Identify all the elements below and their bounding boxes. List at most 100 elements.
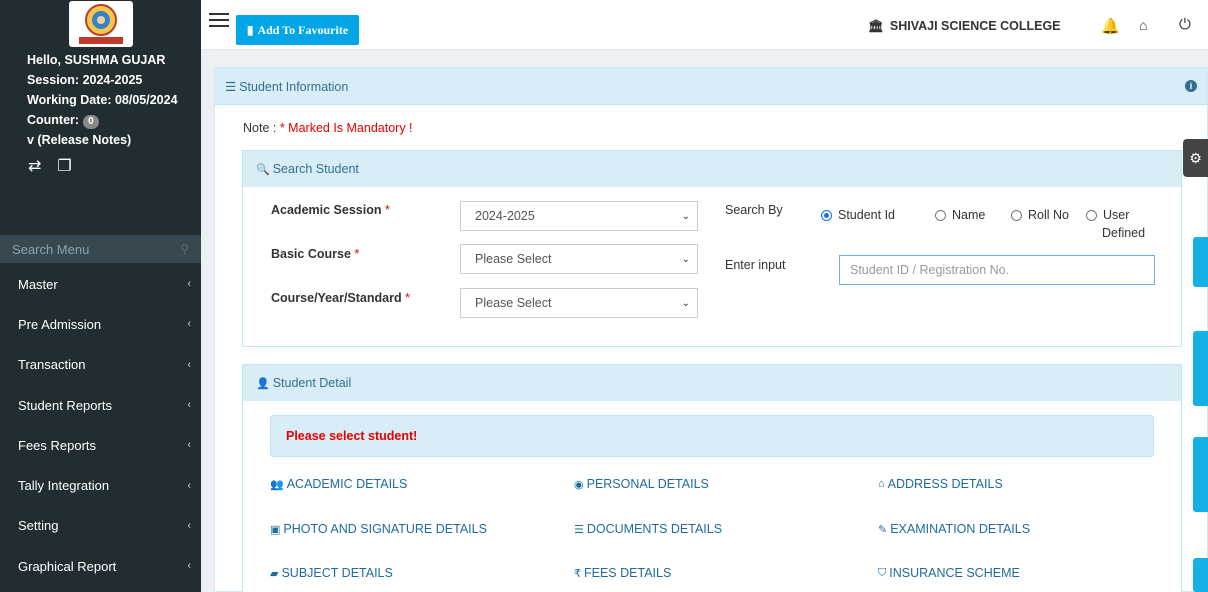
documents-details-link[interactable]: ☰ DOCUMENTS DETAILS bbox=[574, 522, 722, 536]
student-detail-panel: 👤 Student Detail Please select student! 👥… bbox=[242, 364, 1182, 592]
sidebar-actions: ⇄ ❐ bbox=[0, 150, 201, 176]
examination-details-link[interactable]: ✎ EXAMINATION DETAILS bbox=[878, 522, 1030, 536]
home-icon[interactable]: ⌂ bbox=[1139, 17, 1147, 33]
sidebar-item-label: Pre Admission bbox=[18, 316, 102, 332]
search-icon[interactable]: ⚲ bbox=[180, 242, 189, 256]
search-panel-title: Search Student bbox=[272, 162, 359, 176]
box-title: Student Information bbox=[239, 79, 349, 94]
subject-details-link[interactable]: ▰ SUBJECT DETAILS bbox=[270, 566, 393, 580]
required-mark: * bbox=[405, 291, 410, 305]
sidebar-item-pre-admission[interactable]: Pre Admission ‹ bbox=[0, 304, 201, 344]
sidebar-item-student-reports[interactable]: Student Reports ‹ bbox=[0, 385, 201, 425]
radio-name[interactable]: Name bbox=[935, 208, 985, 222]
link-label: FEES DETAILS bbox=[584, 566, 672, 580]
add-to-favourite-button[interactable]: ▮ Add To Favourite bbox=[236, 15, 359, 45]
chevron-left-icon: ‹ bbox=[187, 479, 191, 492]
book-icon: ▰ bbox=[270, 567, 279, 580]
academic-session-value: 2024-2025 bbox=[475, 209, 535, 223]
basic-course-label-text: Basic Course bbox=[271, 247, 351, 261]
release-notes-link[interactable]: v (Release Notes) bbox=[27, 130, 201, 150]
academic-session-select[interactable]: 2024-2025 ⌄ bbox=[460, 201, 698, 231]
sidebar-item-label: Tally Integration bbox=[18, 478, 110, 494]
course-year-label: Course/Year/Standard * bbox=[271, 291, 410, 305]
copy-icon[interactable]: ❐ bbox=[57, 156, 71, 176]
topbar: ▮ Add To Favourite 🏛 SHIVAJI SCIENCE COLLE… bbox=[201, 0, 1208, 50]
radio-student-id[interactable]: Student Id bbox=[821, 208, 895, 222]
sidebar-item-tally-integration[interactable]: Tally Integration ‹ bbox=[0, 465, 201, 505]
info-icon[interactable]: i bbox=[1185, 80, 1197, 92]
logo-wrap bbox=[0, 0, 201, 48]
bell-icon[interactable]: 🔔 bbox=[1101, 17, 1120, 35]
link-label: SUBJECT DETAILS bbox=[281, 566, 393, 580]
favourite-label: Add To Favourite bbox=[257, 22, 349, 37]
sidebar: Hello, SUSHMA GUJAR Session: 2024-2025 W… bbox=[0, 0, 201, 592]
search-panel-header: 🔍 Search Student bbox=[243, 151, 1181, 187]
sidebar-item-label: Graphical Report bbox=[18, 558, 117, 574]
counter-label: Counter: bbox=[27, 113, 80, 127]
radio-label: Student Id bbox=[838, 208, 895, 222]
radio-label-defined: Defined bbox=[1102, 226, 1146, 240]
pencil-icon: ✎ bbox=[878, 523, 888, 536]
sidebar-item-setting[interactable]: Setting ‹ bbox=[0, 506, 201, 546]
basic-course-value: Please Select bbox=[475, 252, 552, 266]
bookmark-icon: ▮ bbox=[246, 22, 254, 37]
radio-user-defined[interactable]: User bbox=[1086, 208, 1129, 222]
side-tab-3[interactable] bbox=[1193, 437, 1208, 512]
sidebar-item-label: Master bbox=[18, 276, 58, 292]
working-date: Working Date: 08/05/2024 bbox=[27, 93, 178, 107]
swap-icon[interactable]: ⇄ bbox=[28, 156, 41, 176]
radio-roll-no[interactable]: Roll No bbox=[1011, 208, 1069, 222]
search-menu: ⚲ bbox=[0, 235, 201, 263]
search-by-label: Search By bbox=[725, 203, 783, 217]
personal-details-link[interactable]: ◉ PERSONAL DETAILS bbox=[574, 477, 709, 491]
photo-signature-details-link[interactable]: ▣ PHOTO AND SIGNATURE DETAILS bbox=[270, 522, 487, 536]
sidebar-item-fees-reports[interactable]: Fees Reports ‹ bbox=[0, 425, 201, 465]
settings-gear-tab[interactable]: ⚙ bbox=[1183, 139, 1208, 177]
sidebar-item-transaction[interactable]: Transaction ‹ bbox=[0, 345, 201, 385]
hamburger-icon[interactable] bbox=[209, 13, 229, 27]
chevron-down-icon: ⌄ bbox=[681, 297, 690, 309]
list-icon: ☰ bbox=[225, 79, 237, 94]
note-prefix: Note : bbox=[243, 121, 280, 135]
search-menu-input[interactable] bbox=[12, 241, 162, 257]
side-tab-1[interactable] bbox=[1193, 237, 1208, 287]
side-tab-4[interactable] bbox=[1193, 558, 1208, 592]
insurance-scheme-link[interactable]: ⛉ INSURANCE SCHEME bbox=[878, 566, 1020, 580]
radio-label: Roll No bbox=[1028, 208, 1069, 222]
side-tab-2[interactable] bbox=[1193, 331, 1208, 406]
power-icon[interactable]: ⏻ bbox=[1179, 16, 1191, 33]
course-year-select[interactable]: Please Select ⌄ bbox=[460, 288, 698, 318]
fees-details-link[interactable]: ₹ FEES DETAILS bbox=[574, 566, 671, 580]
link-label: INSURANCE SCHEME bbox=[889, 566, 1020, 580]
note-mandatory: * Marked Is Mandatory ! bbox=[279, 121, 413, 135]
chevron-left-icon: ‹ bbox=[187, 519, 191, 532]
student-id-input[interactable] bbox=[839, 255, 1155, 285]
image-icon: ▣ bbox=[270, 523, 281, 536]
radio-dot bbox=[1011, 209, 1022, 221]
chevron-left-icon: ‹ bbox=[187, 399, 191, 412]
sidebar-item-graphical-report[interactable]: Graphical Report ‹ bbox=[0, 546, 201, 586]
academic-session-label-text: Academic Session bbox=[271, 203, 382, 217]
chevron-left-icon: ‹ bbox=[187, 318, 191, 331]
user-circle-icon: ◉ bbox=[574, 478, 584, 491]
required-mark: * bbox=[354, 247, 360, 261]
users-icon: 👥 bbox=[270, 478, 284, 491]
sidebar-item-label: Transaction bbox=[18, 357, 86, 373]
sidebar-item-label: Setting bbox=[18, 518, 59, 534]
basic-course-select[interactable]: Please Select ⌄ bbox=[460, 244, 698, 274]
counter-badge: 0 bbox=[83, 115, 99, 129]
radio-label: User bbox=[1103, 208, 1130, 222]
chevron-down-icon: ⌄ bbox=[681, 210, 690, 222]
institution-icon: 🏛 bbox=[868, 19, 884, 33]
academic-details-link[interactable]: 👥 ACADEMIC DETAILS bbox=[270, 477, 407, 491]
mandatory-note: Note : * Marked Is Mandatory ! bbox=[243, 121, 413, 135]
address-details-link[interactable]: ⌂ ADDRESS DETAILS bbox=[878, 477, 1003, 491]
sidebar-item-master[interactable]: Master ‹ bbox=[0, 264, 201, 304]
session-text: Session: 2024-2025 bbox=[27, 73, 143, 87]
link-label: DOCUMENTS DETAILS bbox=[586, 522, 723, 536]
course-year-value: Please Select bbox=[475, 296, 552, 310]
link-label: PHOTO AND SIGNATURE DETAILS bbox=[283, 522, 487, 536]
link-label: ADDRESS DETAILS bbox=[887, 477, 1003, 491]
shield-icon: ⛉ bbox=[878, 566, 887, 579]
counter-row: Counter: 0 bbox=[27, 110, 201, 130]
